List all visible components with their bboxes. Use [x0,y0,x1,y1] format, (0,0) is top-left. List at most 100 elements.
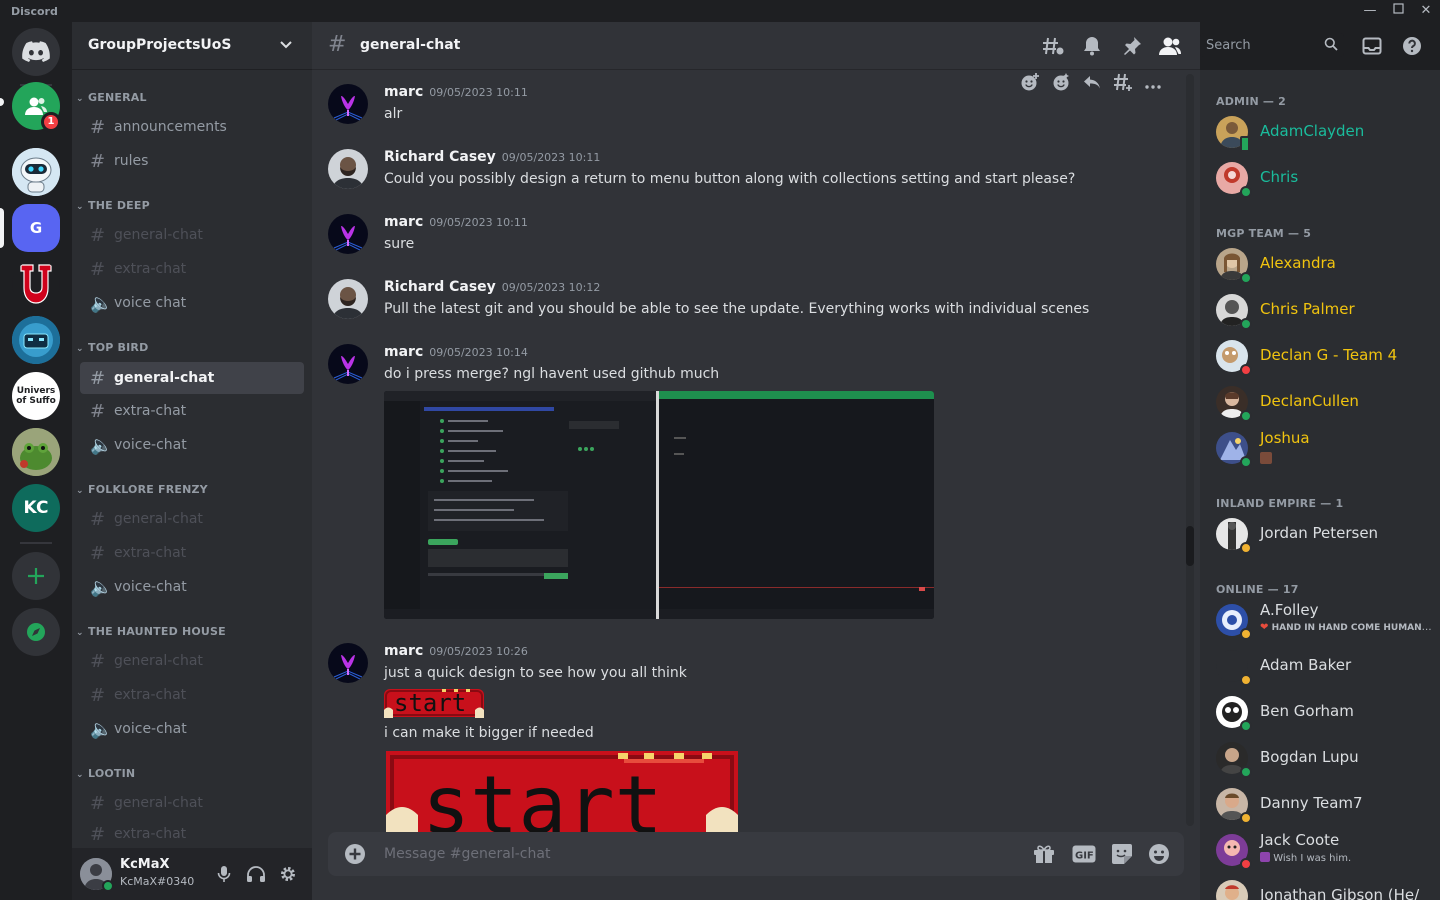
message-scrollbar[interactable] [1186,74,1194,826]
start-label: start [422,759,663,832]
search-box[interactable] [1200,33,1344,57]
reply-icon[interactable] [1083,74,1101,94]
channel-announcements[interactable]: # announcements [80,112,304,142]
minimize-icon[interactable]: — [1356,2,1384,20]
channel-general-chat-selected[interactable]: # general-chat [80,362,304,394]
member-item[interactable]: DeclanCullen [1208,380,1432,424]
super-reaction-icon[interactable] [1051,72,1071,96]
emoji-button[interactable] [1147,842,1171,866]
start-button-preview-large[interactable]: start [386,751,738,832]
add-server-button[interactable] [12,552,60,600]
author-name[interactable]: marc [384,84,423,100]
inbox-icon [1362,37,1382,55]
message-author[interactable]: marc 09/05/2023 10:26 [384,643,528,659]
category-top-bird[interactable]: ⌄ TOP BIRD [76,341,148,354]
member-item[interactable]: Jack Coote Wish I was him. [1208,828,1432,872]
scrollbar-thumb[interactable] [1186,526,1194,566]
channel-extra-chat[interactable]: # extra-chat [80,822,304,846]
member-item[interactable]: Jordan Petersen [1208,512,1432,556]
message-author[interactable]: marc 09/05/2023 10:14 [384,344,528,360]
deafen-button[interactable] [244,862,268,886]
author-name[interactable]: marc [384,214,423,230]
avatar[interactable] [328,643,368,683]
message-author[interactable]: Richard Casey 09/05/2023 10:12 [384,279,600,295]
member-item[interactable]: Chris [1208,156,1432,200]
member-item[interactable]: Danny Team7 [1208,782,1432,826]
channel-general-chat[interactable]: # general-chat [80,788,304,818]
member-item[interactable]: Alexandra [1208,242,1432,286]
member-list-button[interactable] [1158,34,1182,58]
more-options-icon[interactable] [1144,75,1162,94]
member-item[interactable]: Bogdan Lupu [1208,736,1432,780]
message-input[interactable] [384,844,1004,864]
member-item[interactable]: Adam Baker [1208,644,1432,688]
groupprojects-server[interactable]: G [12,204,60,252]
channel-extra-chat[interactable]: # extra-chat [80,396,304,426]
channel-voice-chat[interactable]: 🔈 voice-chat [80,572,304,602]
threads-button[interactable] [1041,34,1065,58]
kc-server[interactable]: KC [12,484,60,532]
gif-button[interactable]: GIF [1072,842,1096,866]
author-name[interactable]: marc [384,643,423,659]
member-item[interactable]: Ben Gorham [1208,690,1432,734]
sticker-button[interactable] [1110,842,1134,866]
member-item[interactable]: Chris Palmer [1208,288,1432,332]
notifications-button[interactable] [1080,34,1104,58]
member-item[interactable]: A.Folley ❤ HAND IN HAND COME HUMAN ... [1208,598,1432,642]
member-item[interactable]: AdamClayden [1208,110,1432,154]
guild-header[interactable]: GroupProjectsUoS [72,22,312,70]
avatar[interactable] [328,214,368,254]
channel-extra-chat[interactable]: # extra-chat [80,538,304,568]
members-icon [1159,37,1181,55]
help-button[interactable] [1400,34,1424,58]
category-folklore-frenzy[interactable]: ⌄ FOLKLORE FRENZY [76,483,208,496]
explore-button[interactable] [12,608,60,656]
university-server[interactable]: Univers of Suffo [12,372,60,420]
frog-server[interactable] [12,428,60,476]
message-author[interactable]: marc 09/05/2023 10:11 [384,84,528,100]
channel-rules[interactable]: # rules [80,146,304,176]
category-lootin[interactable]: ⌄ LOOTIN [76,767,135,780]
home-button[interactable] [12,28,60,76]
mute-button[interactable] [212,862,236,886]
author-name[interactable]: Richard Casey [384,279,496,295]
create-thread-icon[interactable] [1113,72,1133,96]
search-input[interactable] [1206,37,1316,53]
author-name[interactable]: Richard Casey [384,149,496,165]
category-the-deep[interactable]: ⌄ THE DEEP [76,199,150,212]
add-reaction-icon[interactable] [1020,72,1040,96]
channel-extra-chat[interactable]: # extra-chat [80,254,304,284]
gift-button[interactable] [1032,842,1056,866]
avatar[interactable] [328,279,368,319]
channel-voice-chat[interactable]: 🔈 voice-chat [80,430,304,460]
channel-general-chat[interactable]: # general-chat [80,646,304,676]
pinned-button[interactable] [1120,34,1144,58]
avatar[interactable] [328,149,368,189]
category-general[interactable]: ⌄ GENERAL [76,91,147,104]
avatar[interactable] [328,84,368,124]
member-item[interactable]: Joshua [1208,426,1432,470]
channel-label: rules [114,153,149,169]
member-item[interactable]: Declan G - Team 4 [1208,334,1432,378]
member-item[interactable]: Jonathan Gibson (He/ [1208,874,1432,900]
avatar[interactable] [328,344,368,384]
inbox-button[interactable] [1360,34,1384,58]
robot-server[interactable] [12,148,60,196]
category-haunted-house[interactable]: ⌄ THE HAUNTED HOUSE [76,625,226,638]
maximize-icon[interactable] [1384,2,1412,20]
start-button-preview-small[interactable]: start [384,688,484,718]
settings-button[interactable] [276,862,300,886]
channel-general-chat[interactable]: # general-chat [80,504,304,534]
author-name[interactable]: marc [384,344,423,360]
cyber-server[interactable] [12,316,60,364]
message-author[interactable]: marc 09/05/2023 10:11 [384,214,528,230]
channel-general-chat[interactable]: # general-chat [80,220,304,250]
message-author[interactable]: Richard Casey 09/05/2023 10:11 [384,149,600,165]
upload-plus-icon[interactable] [344,843,366,869]
channel-voice-chat[interactable]: 🔈 voice-chat [80,714,304,744]
channel-extra-chat[interactable]: # extra-chat [80,680,304,710]
image-attachment[interactable] [384,391,934,619]
close-icon[interactable]: ✕ [1412,2,1440,20]
u-server[interactable] [12,260,60,308]
channel-voice-chat[interactable]: 🔈 voice chat [80,288,304,318]
